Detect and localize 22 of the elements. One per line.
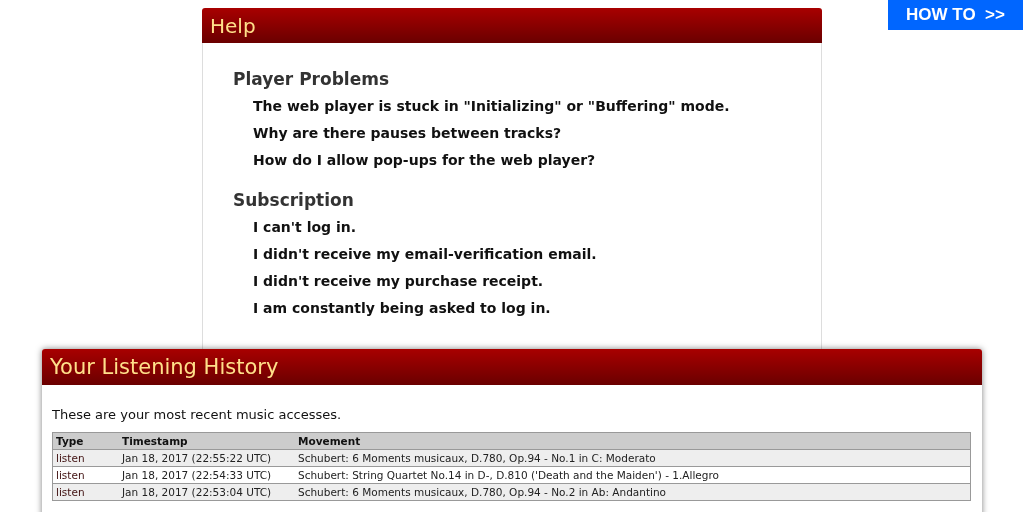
help-link[interactable]: The web player is stuck in "Initializing" or "Buffering" mode. <box>253 97 730 116</box>
help-link[interactable]: How do I allow pop-ups for the web player? <box>253 151 596 170</box>
table-cell: Schubert: String Quartet No.14 in D-, D.810 ('Death and the Maiden') - 1.Allegro <box>295 466 971 484</box>
column-header: Movement <box>295 432 971 450</box>
table-cell: listen <box>52 466 119 484</box>
help-link[interactable]: I didn't receive my email-verification email. <box>253 245 597 264</box>
section-heading: Subscription <box>233 190 355 210</box>
section-heading: Player Problems <box>233 69 391 89</box>
panel-title: Your Listening History <box>50 355 279 379</box>
column-header: Timestamp <box>119 432 295 450</box>
column-header: Type <box>52 432 119 450</box>
table-cell: Jan 18, 2017 (22:53:04 UTC) <box>119 483 295 501</box>
intro-text: These are your most recent music accesses. <box>52 407 343 422</box>
help-link[interactable]: I am constantly being asked to log in. <box>253 299 551 318</box>
help-link[interactable]: I didn't receive my purchase receipt. <box>253 272 544 291</box>
help-link[interactable]: I can't log in. <box>253 218 357 237</box>
how-to-button[interactable]: HOW TO >> <box>888 0 1023 30</box>
table-cell: listen <box>52 483 119 501</box>
table-cell: Jan 18, 2017 (22:54:33 UTC) <box>119 466 295 484</box>
help-link[interactable]: Why are there pauses between tracks? <box>253 124 562 143</box>
panel-title: Help <box>210 13 256 38</box>
table-cell: Schubert: 6 Moments musicaux, D.780, Op.94 - No.2 in Ab: Andantino <box>295 483 971 501</box>
